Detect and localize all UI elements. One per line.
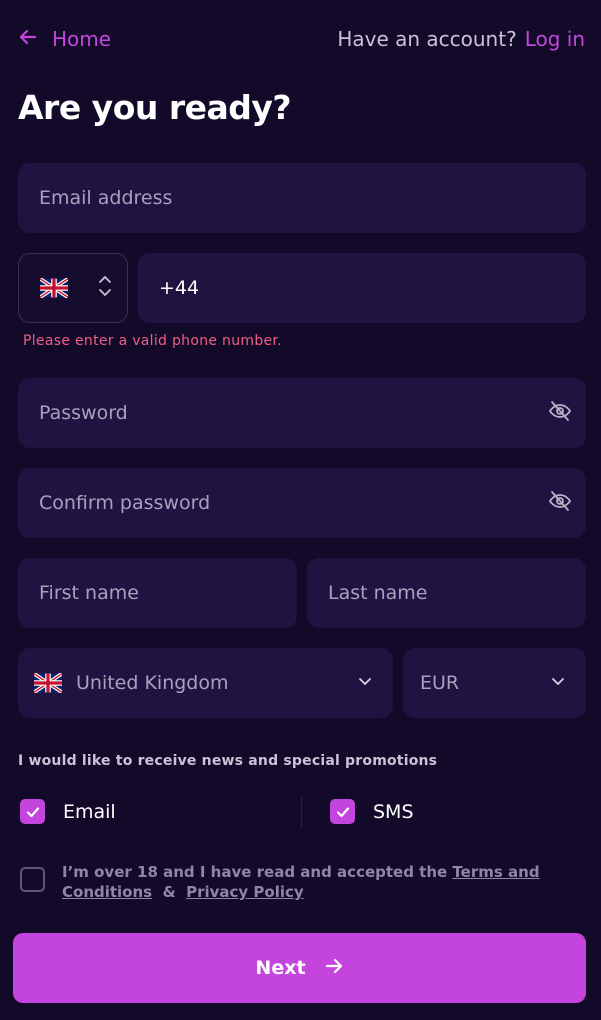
confirm-password-field[interactable]: Confirm password — [18, 468, 586, 538]
terms-prefix: I’m over 18 and I have read and accepted… — [62, 863, 453, 881]
privacy-link[interactable]: Privacy Policy — [186, 883, 304, 901]
chevron-down-icon — [550, 672, 566, 694]
promotions-label: I would like to receive news and special… — [18, 753, 438, 769]
terms-text: I’m over 18 and I have read and accepted… — [62, 862, 580, 902]
signup-page: Home Have an account? Log in Are you rea… — [0, 0, 601, 1020]
sms-opt-in[interactable]: SMS — [330, 799, 414, 824]
password-placeholder: Password — [39, 402, 128, 424]
phone-error-message: Please enter a valid phone number. — [23, 333, 282, 349]
country-value: United Kingdom — [76, 672, 229, 694]
email-checkbox[interactable] — [20, 799, 45, 824]
home-link[interactable]: Home — [18, 27, 111, 52]
email-placeholder: Email address — [39, 187, 173, 209]
uk-flag-icon — [34, 673, 62, 693]
chevron-up-down-icon — [97, 273, 113, 303]
terms-agreement: I’m over 18 and I have read and accepted… — [20, 862, 580, 902]
home-label: Home — [52, 27, 112, 51]
account-prompt: Have an account? Log in — [337, 27, 585, 51]
eye-off-icon[interactable] — [548, 489, 571, 518]
currency-value: EUR — [420, 672, 460, 694]
chevron-down-icon — [357, 672, 373, 694]
password-field[interactable]: Password — [18, 378, 586, 448]
last-name-field[interactable]: Last name — [307, 558, 586, 628]
first-name-field[interactable]: First name — [18, 558, 297, 628]
phone-field[interactable]: +44 — [138, 253, 586, 323]
last-name-placeholder: Last name — [328, 582, 428, 604]
terms-checkbox[interactable] — [20, 867, 45, 892]
currency-select[interactable]: EUR — [403, 648, 586, 718]
top-bar: Home Have an account? Log in — [18, 22, 585, 56]
sms-checkbox[interactable] — [330, 799, 355, 824]
email-field[interactable]: Email address — [18, 163, 586, 233]
next-label: Next — [255, 957, 306, 979]
phone-value: +44 — [159, 277, 200, 299]
phone-country-select[interactable] — [18, 253, 128, 323]
check-icon — [336, 806, 349, 817]
email-opt-in-label: Email — [63, 800, 116, 823]
terms-separator: & — [162, 883, 176, 901]
eye-off-icon[interactable] — [548, 399, 571, 428]
account-question: Have an account? — [337, 27, 517, 51]
first-name-placeholder: First name — [39, 582, 139, 604]
check-icon — [26, 806, 39, 817]
country-select[interactable]: United Kingdom — [18, 648, 393, 718]
sms-opt-in-label: SMS — [373, 800, 414, 823]
arrow-right-icon — [324, 956, 344, 981]
login-link[interactable]: Log in — [525, 27, 585, 51]
divider — [301, 797, 302, 829]
page-title: Are you ready? — [18, 88, 292, 127]
next-button[interactable]: Next — [13, 933, 586, 1003]
arrow-left-icon — [18, 27, 38, 52]
email-opt-in[interactable]: Email — [20, 799, 116, 824]
uk-flag-icon — [40, 278, 68, 298]
confirm-password-placeholder: Confirm password — [39, 492, 211, 514]
